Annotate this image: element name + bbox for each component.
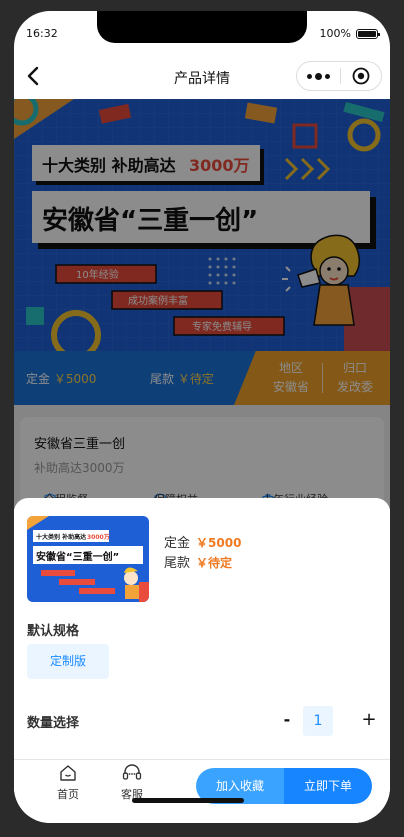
customer-service-button[interactable]: 客服 [112, 764, 152, 802]
home-icon [60, 765, 76, 781]
quantity-minus-button[interactable]: - [278, 710, 296, 729]
spec-label: 默认规格 [27, 624, 80, 639]
quantity-stepper: - 1 + [278, 706, 378, 736]
bottom-action-bar: 首页 客服 加入收藏 立即下单 [14, 759, 390, 823]
more-menu-icon[interactable] [297, 72, 340, 80]
order-now-button[interactable]: 立即下单 [284, 768, 372, 804]
battery-icon [356, 28, 380, 39]
product-thumbnail: 十大类别 补助高达 3000万 安徽省“三重一创” [27, 516, 149, 602]
notch [97, 11, 307, 43]
quantity-plus-button[interactable]: + [360, 709, 378, 730]
battery-percent: 100% [319, 27, 351, 40]
quantity-label: 数量选择 [27, 716, 80, 731]
quantity-value[interactable]: 1 [303, 706, 333, 736]
svg-text:安徽省“三重一创”: 安徽省“三重一创” [36, 550, 119, 563]
sheet-final-payment: 尾款 ￥待定 [164, 556, 233, 571]
battery-indicator: 100% [319, 27, 380, 40]
nav-bar: 产品详情 [14, 55, 390, 99]
home-indicator [132, 798, 244, 803]
close-target-icon[interactable] [341, 67, 381, 85]
home-label: 首页 [57, 788, 79, 801]
headset-icon [122, 764, 142, 780]
spec-option-custom[interactable]: 定制版 [27, 644, 109, 679]
home-button[interactable]: 首页 [48, 764, 88, 802]
phone-screen: 16:32 100% 产品详情 十大类别 补助高达 3000万 安徽省“三重一创… [14, 11, 390, 823]
modal-overlay[interactable] [14, 99, 390, 509]
svg-text:3000万: 3000万 [87, 534, 110, 541]
sheet-deposit: 定金 ￥5000 [164, 536, 242, 551]
svg-text:十大类别 补助高达: 十大类别 补助高达 [36, 533, 86, 541]
status-time: 16:32 [26, 27, 58, 40]
mini-program-capsule [296, 61, 382, 91]
